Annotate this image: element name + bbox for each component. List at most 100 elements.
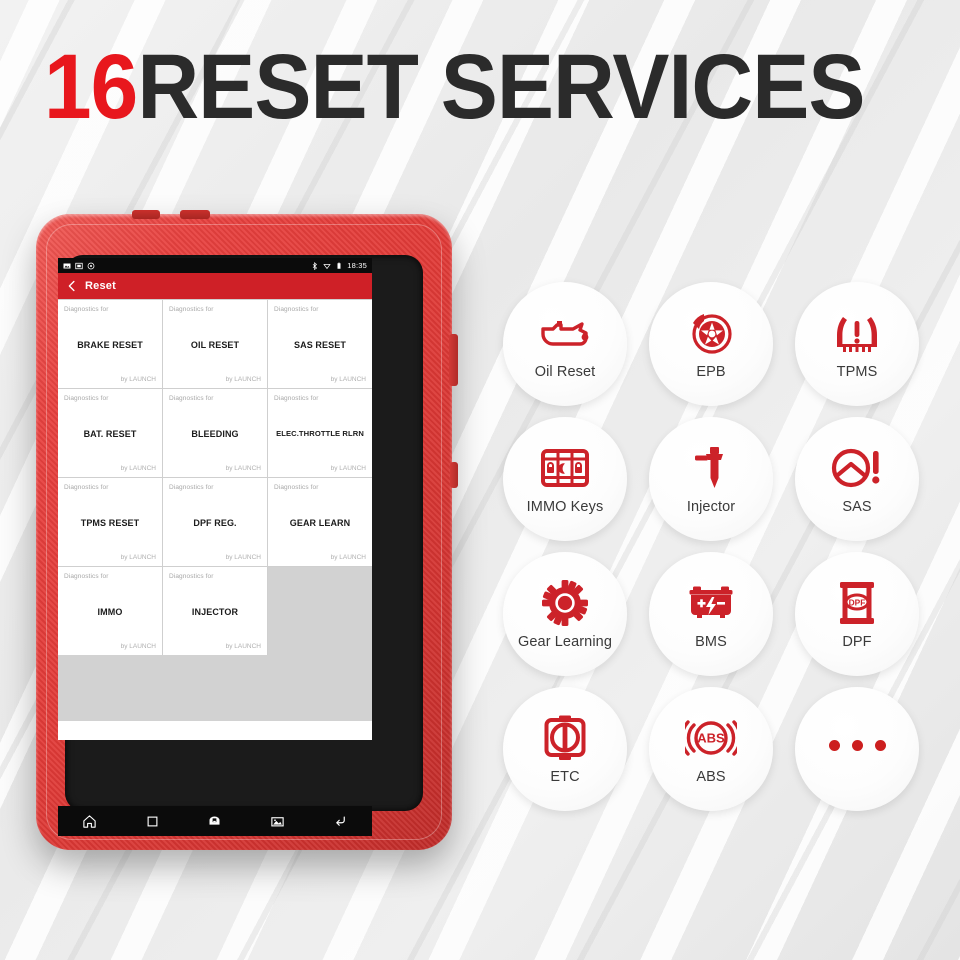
cell-title: IMMO — [97, 607, 123, 617]
service-label: SAS — [842, 498, 872, 515]
cell-suffix: by LAUNCH — [330, 554, 366, 561]
cell-prefix: Diagnostics for — [169, 395, 214, 402]
side-button-upper[interactable] — [449, 334, 458, 386]
service-label: DPF — [842, 633, 872, 650]
function-cell[interactable]: Diagnostics for TPMS RESET by LAUNCH — [58, 478, 162, 566]
service-item-immo-keys[interactable]: IMMO Keys — [492, 417, 638, 552]
cell-title: BRAKE RESET — [77, 340, 143, 350]
android-status-bar: 18:35 — [58, 258, 372, 273]
headline-count: 16 — [44, 36, 138, 138]
recents-icon[interactable] — [145, 814, 160, 829]
cell-title: TPMS RESET — [80, 518, 140, 528]
volume-button[interactable] — [180, 210, 210, 219]
cell-suffix: by LAUNCH — [330, 465, 366, 472]
service-item-abs[interactable]: ABS ABS — [638, 687, 784, 822]
grid-filler — [58, 655, 372, 721]
battery-icon — [337, 262, 341, 269]
service-item-dpf[interactable]: DPF DPF — [784, 552, 930, 687]
function-cell[interactable]: Diagnostics for DPF REG. by LAUNCH — [163, 478, 267, 566]
service-label: ETC — [550, 768, 580, 785]
service-label: TPMS — [836, 363, 878, 380]
cell-prefix: Diagnostics for — [169, 306, 214, 313]
service-item-more[interactable] — [784, 687, 930, 822]
reset-function-grid: Diagnostics for BRAKE RESET by LAUNCH Di… — [58, 299, 372, 655]
cell-title: BAT. RESET — [83, 429, 137, 439]
service-label: ABS — [696, 768, 726, 785]
cell-suffix: by LAUNCH — [225, 465, 261, 472]
cell-prefix: Diagnostics for — [64, 306, 109, 313]
cell-prefix: Diagnostics for — [64, 484, 109, 491]
cell-suffix: by LAUNCH — [225, 643, 261, 650]
function-cell[interactable]: Diagnostics for SAS RESET by LAUNCH — [268, 300, 372, 388]
cell-title: INJECTOR — [191, 607, 239, 617]
chevron-left-icon[interactable] — [66, 280, 78, 292]
app-bar-title: Reset — [85, 280, 116, 292]
cell-prefix: Diagnostics for — [64, 395, 109, 402]
cell-suffix: by LAUNCH — [120, 376, 156, 383]
cell-prefix: Diagnostics for — [274, 306, 319, 313]
function-cell[interactable]: Diagnostics for GEAR LEARN by LAUNCH — [268, 478, 372, 566]
cell-title: OIL RESET — [190, 340, 240, 350]
service-item-epb[interactable]: EPB — [638, 282, 784, 417]
injector-icon — [690, 444, 732, 492]
service-label: Gear Learning — [518, 633, 612, 650]
service-item-injector[interactable]: Injector — [638, 417, 784, 552]
status-time: 18:35 — [347, 261, 367, 270]
function-cell[interactable]: Diagnostics for BAT. RESET by LAUNCH — [58, 389, 162, 477]
service-item-etc[interactable]: ETC — [492, 687, 638, 822]
throttle-body-icon — [542, 714, 588, 762]
side-button-lower[interactable] — [450, 462, 458, 488]
cell-title: ELEC.THROTTLE RLRN — [276, 429, 364, 438]
power-button[interactable] — [132, 210, 160, 219]
cell-title: DPF REG. — [193, 518, 237, 528]
cell-suffix: by LAUNCH — [120, 554, 156, 561]
immo-keys-icon — [541, 444, 589, 492]
home-icon[interactable] — [82, 814, 97, 829]
gear-icon — [542, 579, 588, 627]
cell-prefix: Diagnostics for — [169, 573, 214, 580]
cell-suffix: by LAUNCH — [225, 376, 261, 383]
cell-title: SAS RESET — [294, 340, 346, 350]
screenshot-icon — [75, 262, 83, 269]
service-item-sas[interactable]: SAS — [784, 417, 930, 552]
cell-prefix: Diagnostics for — [64, 573, 109, 580]
function-cell[interactable]: Diagnostics for OIL RESET by LAUNCH — [163, 300, 267, 388]
page-title: 16RESET SERVICES — [44, 41, 865, 133]
oil-can-icon — [539, 309, 591, 357]
status-left-icons — [63, 262, 95, 270]
service-item-bms[interactable]: BMS — [638, 552, 784, 687]
function-cell[interactable]: Diagnostics for BRAKE RESET by LAUNCH — [58, 300, 162, 388]
service-icon-grid: Oil Reset EPB TPMS IMMO Keys Injector SA… — [492, 282, 932, 822]
screenshot-icon[interactable] — [270, 814, 285, 829]
svg-text:ABS: ABS — [697, 730, 725, 745]
cell-prefix: Diagnostics for — [274, 484, 319, 491]
function-cell[interactable]: Diagnostics for BLEEDING by LAUNCH — [163, 389, 267, 477]
service-label: BMS — [695, 633, 727, 650]
battery-icon — [686, 579, 736, 627]
cell-suffix: by LAUNCH — [120, 465, 156, 472]
back-icon[interactable] — [333, 814, 348, 829]
cell-suffix: by LAUNCH — [330, 376, 366, 383]
service-item-gear-learning[interactable]: Gear Learning — [492, 552, 638, 687]
dpf-filter-icon: DPF — [836, 579, 878, 627]
more-dots-icon — [828, 722, 886, 770]
service-item-tpms[interactable]: TPMS — [784, 282, 930, 417]
service-item-oil-reset[interactable]: Oil Reset — [492, 282, 638, 417]
function-cell[interactable]: Diagnostics for ELEC.THROTTLE RLRN by LA… — [268, 389, 372, 477]
cell-prefix: Diagnostics for — [169, 484, 214, 491]
function-cell[interactable]: Diagnostics for IMMO by LAUNCH — [58, 567, 162, 655]
diagnostic-tablet: 18:35 Reset Diagnostics for BRAKE RESET … — [36, 210, 458, 850]
device-screen: 18:35 Reset Diagnostics for BRAKE RESET … — [58, 258, 372, 740]
svg-text:DPF: DPF — [849, 597, 866, 607]
abs-icon: ABS — [685, 714, 737, 762]
cell-suffix: by LAUNCH — [225, 554, 261, 561]
brake-disc-icon — [687, 309, 735, 357]
function-cell[interactable]: Diagnostics for INJECTOR by LAUNCH — [163, 567, 267, 655]
status-right-icons: 18:35 — [311, 261, 367, 270]
vci-icon[interactable] — [207, 814, 222, 829]
cell-title: BLEEDING — [191, 429, 239, 439]
service-label: IMMO Keys — [526, 498, 604, 515]
bluetooth-icon — [312, 261, 318, 270]
service-label: Injector — [686, 498, 736, 515]
cell-prefix: Diagnostics for — [274, 395, 319, 402]
